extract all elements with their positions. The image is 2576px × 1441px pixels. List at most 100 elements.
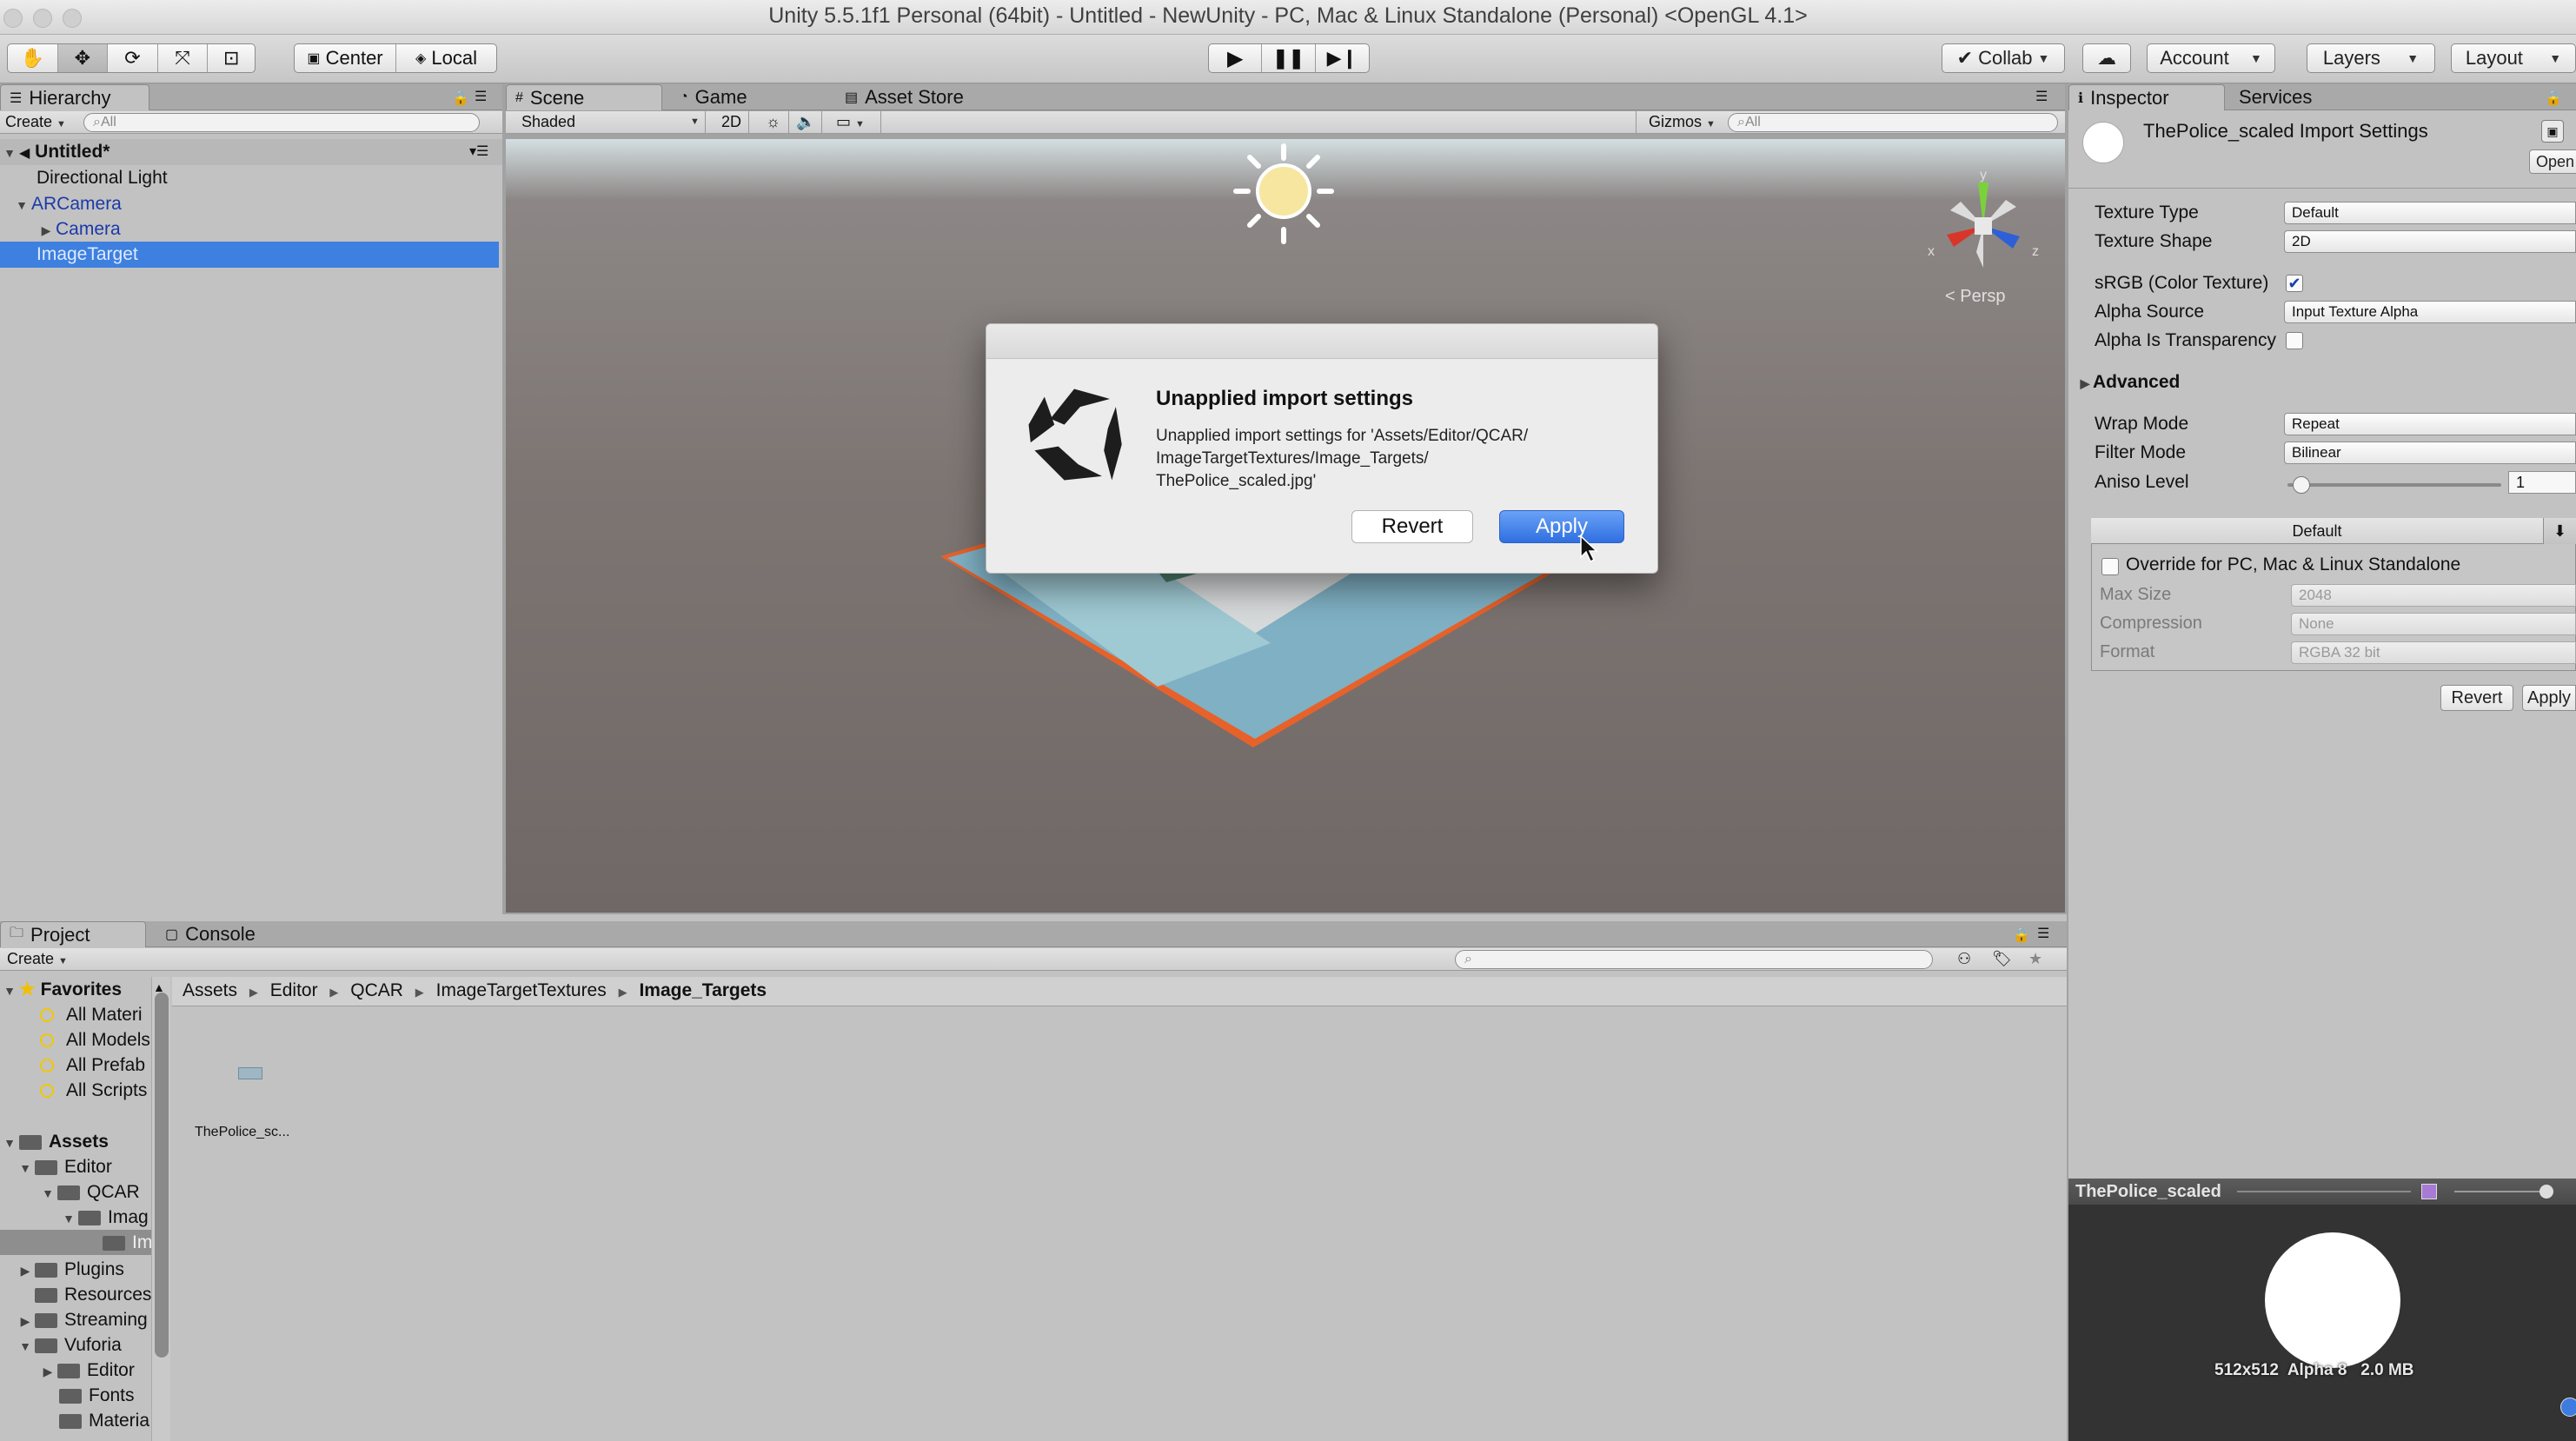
- settings-book-icon[interactable]: ▣: [2541, 120, 2564, 143]
- filter-mode-dropdown[interactable]: Bilinear: [2284, 442, 2576, 464]
- alpha-transparency-checkbox[interactable]: [2286, 332, 2303, 349]
- hierarchy-create-dropdown[interactable]: Create ▼: [5, 113, 66, 131]
- panel-menu-icon[interactable]: ☰: [2037, 925, 2049, 942]
- alpha-source-dropdown[interactable]: Input Texture Alpha: [2284, 301, 2576, 323]
- advanced-foldout[interactable]: ▶ Advanced: [2077, 369, 2181, 395]
- asset-label-icon[interactable]: [2560, 1398, 2576, 1417]
- rect-tool[interactable]: ⊡: [208, 44, 255, 72]
- texture-type-dropdown[interactable]: Default: [2284, 202, 2576, 224]
- mip-slider-track[interactable]: [2454, 1191, 2550, 1192]
- favorite-item[interactable]: All Models: [40, 1027, 150, 1053]
- tree-item[interactable]: Fonts: [59, 1383, 135, 1408]
- lighting-toggle[interactable]: ☼: [758, 111, 789, 133]
- tab-game[interactable]: ◔ Game: [671, 84, 756, 110]
- tree-item[interactable]: ▼ Imag: [59, 1205, 149, 1230]
- expand-arrow-icon[interactable]: ▶: [37, 217, 56, 243]
- favorite-item[interactable]: All Prefab: [40, 1053, 145, 1078]
- pause-button[interactable]: ❚❚: [1262, 44, 1316, 72]
- effects-dropdown[interactable]: ▭ ▼: [827, 111, 881, 133]
- inspector-apply-button[interactable]: Apply: [2522, 685, 2576, 711]
- tree-scrollbar-thumb[interactable]: [155, 993, 169, 1358]
- breadcrumb-item[interactable]: Assets: [183, 980, 237, 1000]
- hierarchy-search-input[interactable]: ⌕All: [83, 113, 480, 132]
- filter-type-icon[interactable]: ⚇: [1957, 950, 1971, 968]
- hierarchy-item-directional-light[interactable]: Directional Light: [37, 165, 168, 191]
- sun-light-icon[interactable]: [1218, 139, 1349, 247]
- hierarchy-item-imagetarget[interactable]: ImageTarget: [0, 242, 499, 268]
- tree-item[interactable]: ▶ Editor: [38, 1358, 135, 1383]
- lock-icon[interactable]: 🔒: [452, 90, 469, 107]
- orientation-gizmo[interactable]: y x z: [1912, 165, 2051, 287]
- assets-root[interactable]: ▼ Assets: [0, 1129, 109, 1154]
- alpha-channel-icon[interactable]: [2421, 1184, 2437, 1199]
- compression-dropdown[interactable]: None: [2291, 613, 2576, 635]
- dialog-revert-button[interactable]: Revert: [1351, 510, 1473, 543]
- cloud-button[interactable]: ☁: [2082, 43, 2131, 73]
- texture-shape-dropdown[interactable]: 2D: [2284, 230, 2576, 253]
- aniso-slider-thumb[interactable]: [2293, 476, 2310, 494]
- max-size-dropdown[interactable]: 2048: [2291, 584, 2576, 607]
- tab-scene[interactable]: # Scene: [506, 84, 662, 110]
- platform-tab-standalone[interactable]: ⬇: [2543, 518, 2576, 544]
- tab-services[interactable]: Services: [2230, 84, 2320, 110]
- favorite-item[interactable]: All Scripts: [40, 1078, 147, 1103]
- override-checkbox[interactable]: [2101, 558, 2119, 575]
- tree-item[interactable]: ▼ Vuforia: [16, 1332, 122, 1358]
- layout-dropdown[interactable]: Layout ▼: [2451, 43, 2576, 73]
- favorites-section[interactable]: ▼ ★ Favorites: [0, 977, 122, 1002]
- audio-toggle[interactable]: 🔈: [791, 111, 822, 133]
- breadcrumb-item[interactable]: QCAR: [350, 980, 403, 1000]
- favorite-star-icon[interactable]: ★: [2028, 950, 2042, 968]
- format-dropdown[interactable]: RGBA 32 bit: [2291, 641, 2576, 664]
- scene-menu-icon[interactable]: ▾☰: [469, 139, 488, 165]
- breadcrumb-item[interactable]: Editor: [270, 980, 318, 1000]
- tree-item-selected[interactable]: Im: [0, 1230, 152, 1255]
- aniso-slider-track[interactable]: [2287, 483, 2501, 487]
- scene-search-input[interactable]: ⌕All: [1728, 113, 2058, 132]
- project-create-dropdown[interactable]: Create ▼: [7, 950, 68, 968]
- favorite-item[interactable]: All Materi: [40, 1002, 143, 1027]
- projection-toggle[interactable]: < Persp: [1945, 287, 2006, 307]
- hierarchy-item-camera[interactable]: ▶ Camera: [37, 216, 121, 242]
- tree-item[interactable]: Resources: [35, 1282, 151, 1307]
- gizmos-dropdown[interactable]: Gizmos ▼: [1636, 111, 1726, 133]
- tab-project[interactable]: 🗀 Project: [0, 921, 146, 947]
- local-toggle[interactable]: ◈ Local: [396, 44, 496, 72]
- scale-tool[interactable]: ⤧: [158, 44, 209, 72]
- rotate-tool[interactable]: ⟳: [108, 44, 158, 72]
- scene-header[interactable]: ▼ ◀ Untitled* ▾☰: [0, 139, 502, 165]
- shading-mode-dropdown[interactable]: Shaded ▼: [509, 111, 706, 133]
- step-button[interactable]: ▶❙: [1316, 44, 1369, 72]
- tab-inspector[interactable]: ℹ Inspector: [2068, 84, 2225, 110]
- tree-item[interactable]: ▶ Streaming: [16, 1307, 148, 1332]
- breadcrumb-item[interactable]: ImageTargetTextures: [436, 980, 607, 1000]
- tab-asset-store[interactable]: ▤ Asset Store: [836, 84, 973, 110]
- play-button[interactable]: ▶: [1209, 44, 1263, 72]
- project-search-input[interactable]: ⌕: [1455, 950, 1933, 969]
- panel-menu-icon[interactable]: ☰: [475, 88, 487, 105]
- tab-console[interactable]: ▢ Console: [156, 921, 264, 947]
- tree-item[interactable]: ▶ Plugins: [16, 1257, 124, 1282]
- lock-icon[interactable]: 🔒: [2545, 90, 2562, 107]
- collab-dropdown[interactable]: ✔ Collab ▼: [1942, 43, 2065, 73]
- aniso-value-field[interactable]: 1: [2508, 471, 2576, 494]
- center-toggle[interactable]: ▣ Center: [295, 44, 396, 72]
- dialog-apply-button[interactable]: Apply: [1499, 510, 1624, 543]
- tree-item[interactable]: ▼ Editor: [16, 1154, 112, 1179]
- wrap-mode-dropdown[interactable]: Repeat: [2284, 413, 2576, 435]
- account-dropdown[interactable]: Account ▼: [2147, 43, 2275, 73]
- tab-hierarchy[interactable]: ☰ Hierarchy: [0, 84, 149, 110]
- expand-arrow-icon[interactable]: ▼: [12, 192, 31, 218]
- open-button[interactable]: Open: [2529, 149, 2576, 174]
- tree-item[interactable]: ▼ QCAR: [38, 1179, 140, 1205]
- move-tool[interactable]: ✥: [57, 44, 109, 72]
- srgb-checkbox[interactable]: ✔: [2286, 275, 2303, 292]
- platform-tab-default[interactable]: Default: [2091, 518, 2543, 544]
- breadcrumb-item-current[interactable]: Image_Targets: [639, 980, 767, 1000]
- hierarchy-item-arcamera[interactable]: ▼ ARCamera: [12, 191, 122, 217]
- layers-dropdown[interactable]: Layers ▼: [2307, 43, 2435, 73]
- tree-item[interactable]: Materia: [59, 1408, 149, 1433]
- hand-tool[interactable]: ✋: [8, 44, 58, 72]
- mip-slider-thumb[interactable]: [2539, 1185, 2553, 1199]
- inspector-revert-button[interactable]: Revert: [2440, 685, 2513, 711]
